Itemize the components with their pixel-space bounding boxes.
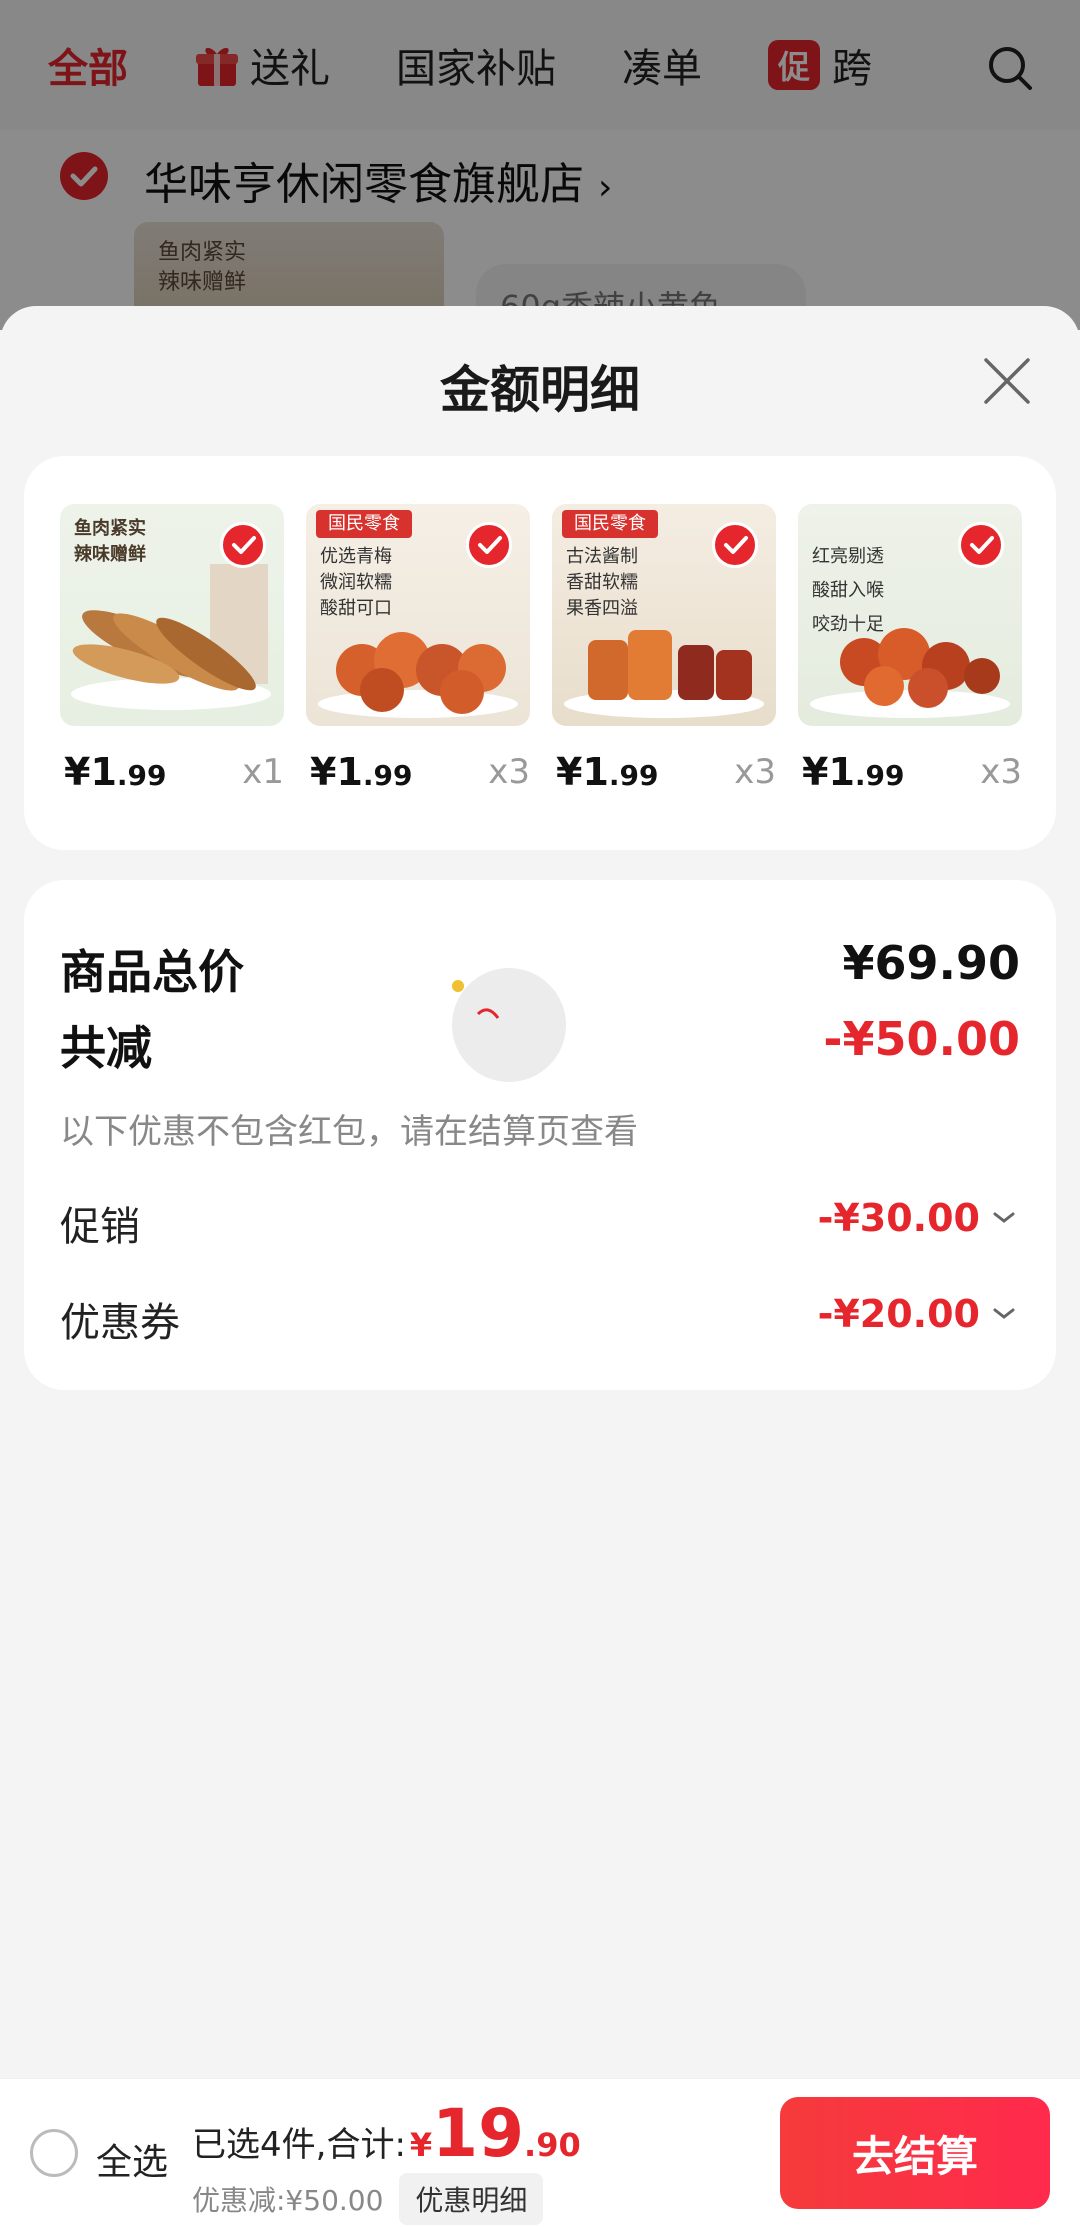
price-decimal: .99 xyxy=(854,759,905,792)
products-card: 鱼肉紧实 辣味赠鲜 ¥1.99 x1 国民零食 优选青梅 微润软糯 酸甜可口 ¥… xyxy=(24,456,1056,850)
price-decimal: .99 xyxy=(116,759,167,792)
total-value: ¥69.90 xyxy=(842,936,1020,990)
product-price: ¥1.99 xyxy=(310,750,413,794)
price-decimal: .99 xyxy=(608,759,659,792)
chevron-down-icon xyxy=(993,1308,1015,1319)
discount-detail-button[interactable]: 优惠明细 xyxy=(399,2173,544,2225)
checked-icon[interactable] xyxy=(220,522,266,568)
price-main: ¥1 xyxy=(802,750,855,794)
price-summary-card: 商品总价 ¥69.90 共减 -¥50.00 以下优惠不包含红包，请在结算页查看… xyxy=(24,880,1056,1390)
checkout-bar: 全选 已选4件,合计: ¥ 19 .90 优惠减:¥50.00 优惠明细 去结算 xyxy=(0,2078,1080,2227)
watermark-circle-icon xyxy=(452,968,566,1082)
product-image: 国民零食 优选青梅 微润软糯 酸甜可口 xyxy=(306,504,530,726)
total-integer: 19 xyxy=(432,2095,525,2172)
coupon-value: -¥20.00 xyxy=(817,1292,980,1336)
product-image: 红亮剔透 酸甜入喉 咬劲十足 xyxy=(798,504,1022,726)
fish-illustration xyxy=(71,610,271,710)
product-item[interactable]: 国民零食 优选青梅 微润软糯 酸甜可口 ¥1.99 x3 xyxy=(306,504,530,794)
product-qty: x3 xyxy=(734,752,776,792)
product-image: 国民零食 古法酱制 香甜软糯 果香四溢 xyxy=(552,504,776,726)
total-line: 已选4件,合计: ¥ 19 .90 xyxy=(192,2099,581,2169)
product-item[interactable]: 鱼肉紧实 辣味赠鲜 ¥1.99 x1 xyxy=(60,504,284,794)
background-cart-page: 全部 送礼 国家补贴 凑单 促 跨 华味亨休闲零食旗舰店 › 鱼肉紧实 辣味赠鲜 xyxy=(0,0,1080,342)
fruit-illustration xyxy=(810,628,1010,718)
total-decimal: .90 xyxy=(524,2126,581,2164)
price-main: ¥1 xyxy=(556,750,609,794)
brand-badge: 国民零食 xyxy=(316,510,412,538)
total-label: 商品总价 xyxy=(60,945,244,999)
select-all-radio[interactable] xyxy=(30,2129,78,2177)
product-image-label: 鱼肉紧实 辣味赠鲜 xyxy=(74,518,146,565)
coupon-label: 优惠券 xyxy=(60,1300,180,1346)
product-item[interactable]: 国民零食 古法酱制 香甜软糯 果香四溢 ¥1.99 x3 xyxy=(552,504,776,794)
plum-illustration xyxy=(318,632,518,718)
reduce-value: -¥50.00 xyxy=(823,1012,1020,1066)
total-currency: ¥ xyxy=(409,2126,433,2164)
checked-icon[interactable] xyxy=(466,522,512,568)
overlay-dim[interactable] xyxy=(0,0,1080,330)
product-price: ¥1.99 xyxy=(64,750,167,794)
close-icon[interactable] xyxy=(982,356,1032,406)
mango-illustration xyxy=(564,630,764,718)
product-qty: x3 xyxy=(980,752,1022,792)
product-price: ¥1.99 xyxy=(556,750,659,794)
selected-count-text: 已选4件,合计: xyxy=(192,2125,406,2165)
price-main: ¥1 xyxy=(310,750,363,794)
product-qty: x3 xyxy=(488,752,530,792)
chevron-down-icon xyxy=(993,1212,1015,1223)
promo-label: 促销 xyxy=(60,1204,140,1250)
coupon-value-row[interactable]: -¥20.00 xyxy=(818,1292,1016,1336)
amount-detail-sheet: 金额明细 鱼肉紧实 辣味赠鲜 ¥1.99 x1 国民零食 优选青梅 微润软糯 酸… xyxy=(0,306,1080,2078)
select-all-label[interactable]: 全选 xyxy=(96,2133,168,2185)
product-qty: x1 xyxy=(242,752,284,792)
checked-icon[interactable] xyxy=(712,522,758,568)
promo-value-row[interactable]: -¥30.00 xyxy=(818,1196,1016,1240)
checkout-button[interactable]: 去结算 xyxy=(780,2097,1050,2209)
promo-value: -¥30.00 xyxy=(817,1196,980,1240)
product-price: ¥1.99 xyxy=(802,750,905,794)
checked-icon[interactable] xyxy=(958,522,1004,568)
product-item[interactable]: 红亮剔透 酸甜入喉 咬劲十足 ¥1.99 x3 xyxy=(798,504,1022,794)
brand-badge: 国民零食 xyxy=(562,510,658,538)
price-decimal: .99 xyxy=(362,759,413,792)
sheet-title: 金额明细 xyxy=(440,361,640,419)
discount-line: 优惠减:¥50.00 优惠明细 xyxy=(192,2173,544,2225)
product-image: 鱼肉紧实 辣味赠鲜 xyxy=(60,504,284,726)
price-main: ¥1 xyxy=(64,750,117,794)
reduce-label: 共减 xyxy=(60,1021,152,1075)
discount-note: 以下优惠不包含红包，请在结算页查看 xyxy=(60,1112,638,1152)
discount-amount-text: 优惠减:¥50.00 xyxy=(192,2184,384,2217)
watermark: 拾光的日子 xyxy=(404,968,614,1082)
